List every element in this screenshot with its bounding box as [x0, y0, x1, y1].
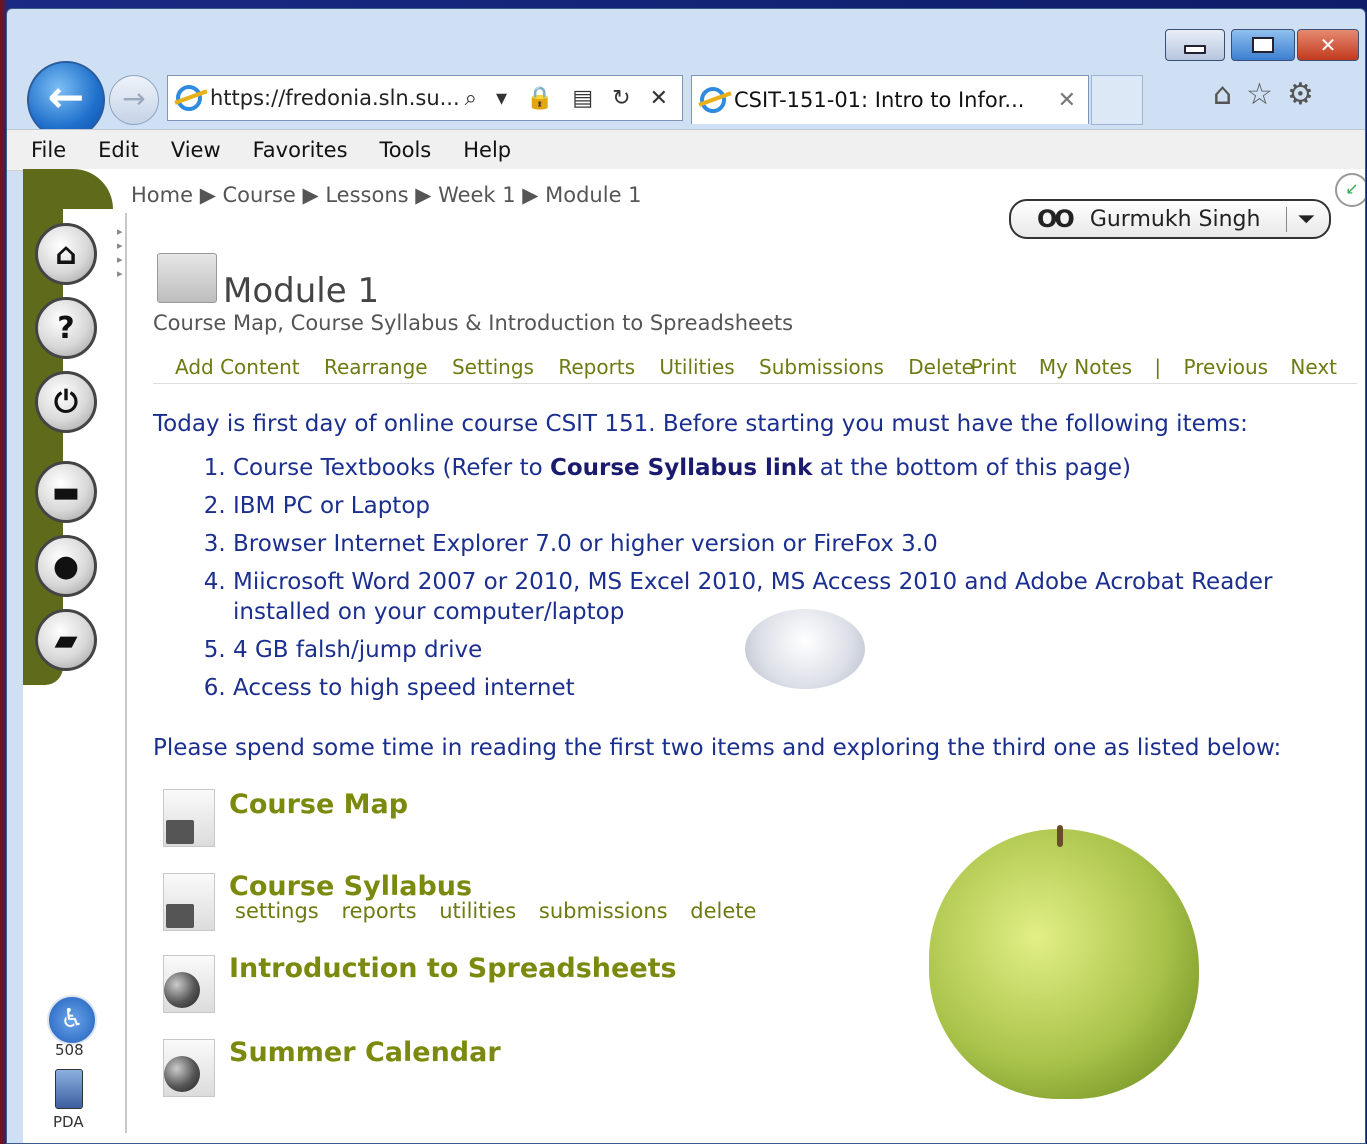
home-favorites-settings-icons[interactable]: ⌂☆⚙: [1213, 77, 1328, 112]
browser-window: ✕ ← → https://fredonia.sln.su... ⌕ ▾ 🔒 ▤…: [6, 8, 1366, 1144]
home-button[interactable]: ⌂: [35, 223, 97, 285]
maximize-icon: [1252, 37, 1274, 53]
course-syllabus-item-link[interactable]: Course Syllabus: [229, 871, 472, 902]
folder-icon: [157, 253, 217, 303]
sidebar-divider: [125, 213, 127, 1133]
collapse-corner-icon[interactable]: ↙: [1335, 173, 1365, 207]
syllabus-utilities-link[interactable]: utilities: [439, 899, 516, 923]
user-menu[interactable]: OO Gurmukh Singh ⏷: [1009, 199, 1331, 239]
syllabus-delete-link[interactable]: delete: [690, 899, 756, 923]
user-name: Gurmukh Singh: [1089, 206, 1261, 232]
profile-button[interactable]: ●: [35, 535, 97, 597]
maximize-button[interactable]: [1231, 29, 1295, 61]
menu-edit[interactable]: Edit: [98, 138, 139, 162]
spreadsheet-media-icon[interactable]: [163, 955, 215, 1013]
address-tools-icons[interactable]: ⌕ ▾ 🔒 ▤ ↻ ✕: [465, 86, 674, 111]
next-link[interactable]: Next: [1290, 355, 1337, 379]
intro-spreadsheets-link[interactable]: Introduction to Spreadsheets: [229, 953, 677, 984]
chat-icon: ▰: [54, 622, 78, 658]
rearrange-link[interactable]: Rearrange: [324, 355, 428, 379]
close-window-button[interactable]: ✕: [1297, 29, 1359, 61]
menu-favorites[interactable]: Favorites: [253, 138, 348, 162]
ie-logo-icon: [176, 85, 202, 111]
accessibility-508-label: 508: [55, 1041, 84, 1059]
course-map-link[interactable]: Course Map: [229, 789, 408, 820]
tab-close-icon[interactable]: ✕: [1058, 88, 1076, 113]
folder-icon: ▬: [51, 474, 81, 510]
list-item: Browser Internet Explorer 7.0 or higher …: [233, 529, 1273, 559]
page-title: Module 1: [223, 271, 380, 311]
requirements-list: Course Textbooks (Refer to Course Syllab…: [193, 453, 1273, 711]
list-item: IBM PC or Laptop: [233, 491, 1273, 521]
chat-button[interactable]: ▰: [35, 609, 97, 671]
syllabus-sublinks: settings reports utilities submissions d…: [235, 899, 772, 923]
page-subtitle: Course Map, Course Syllabus & Introducti…: [153, 311, 794, 335]
glasses-icon: OO: [1037, 205, 1075, 233]
chevron-down-icon[interactable]: ⏷: [1286, 206, 1315, 232]
add-content-link[interactable]: Add Content: [175, 355, 300, 379]
course-syllabus-link[interactable]: Course Syllabus link: [550, 455, 813, 481]
submissions-link[interactable]: Submissions: [759, 355, 884, 379]
menu-help[interactable]: Help: [463, 138, 511, 162]
apple-image: [929, 825, 1199, 1099]
breadcrumb[interactable]: Home ▶ Course ▶ Lessons ▶ Week 1 ▶ Modul…: [131, 183, 642, 207]
syllabus-submissions-link[interactable]: submissions: [539, 899, 668, 923]
page-content: ⌂ ? ⏻ ▬ ● ▰ ▸ ▸ ▸ ▸ Home ▶ Course ▶ Lessons…: [23, 169, 1365, 1143]
menu-view[interactable]: View: [171, 138, 221, 162]
action-bar: Add Content Rearrange Settings Reports U…: [153, 355, 1357, 384]
tab-title: CSIT-151-01: Intro to Infor...: [734, 88, 1025, 112]
settings-link[interactable]: Settings: [452, 355, 534, 379]
accessibility-508-icon[interactable]: ♿: [47, 995, 97, 1045]
separator: |: [1154, 355, 1162, 379]
address-url[interactable]: https://fredonia.sln.su...: [210, 86, 465, 110]
summer-calendar-link[interactable]: Summer Calendar: [229, 1037, 501, 1068]
list-item: 4 GB falsh/jump drive: [233, 635, 1273, 665]
collapse-arrows-icon[interactable]: ▸ ▸ ▸ ▸: [117, 225, 123, 281]
utilities-link[interactable]: Utilities: [659, 355, 734, 379]
list-item: Course Textbooks (Refer to Course Syllab…: [233, 453, 1273, 483]
list-text: Course Textbooks (Refer to: [233, 455, 550, 481]
list-item: Access to high speed internet: [233, 673, 1273, 703]
syllabus-reports-link[interactable]: reports: [341, 899, 416, 923]
help-button[interactable]: ?: [35, 297, 97, 359]
previous-link[interactable]: Previous: [1184, 355, 1269, 379]
back-button[interactable]: ←: [27, 61, 105, 139]
new-tab-button[interactable]: [1091, 75, 1143, 125]
list-text: at the bottom of this page): [812, 455, 1131, 481]
reports-link[interactable]: Reports: [558, 355, 635, 379]
menu-tools[interactable]: Tools: [380, 138, 432, 162]
calendar-media-icon[interactable]: [163, 1039, 215, 1097]
address-bar[interactable]: https://fredonia.sln.su... ⌕ ▾ 🔒 ▤ ↻ ✕: [167, 75, 683, 121]
home-icon: ⌂: [55, 236, 77, 272]
power-icon: ⏻: [54, 384, 78, 420]
pda-label: PDA: [53, 1113, 84, 1131]
my-notes-link[interactable]: My Notes: [1039, 355, 1132, 379]
close-icon: ✕: [1319, 33, 1337, 57]
print-link[interactable]: Print: [970, 355, 1016, 379]
syllabus-settings-link[interactable]: settings: [235, 899, 319, 923]
instruction-text: Please spend some time in reading the fi…: [153, 735, 1282, 761]
pda-icon[interactable]: [55, 1069, 83, 1109]
tab-active[interactable]: CSIT-151-01: Intro to Infor... ✕: [691, 75, 1089, 124]
logout-button[interactable]: ⏻: [35, 371, 97, 433]
minimize-button[interactable]: [1165, 29, 1225, 61]
forward-button[interactable]: →: [109, 75, 159, 125]
course-syllabus-doc-icon[interactable]: [163, 873, 215, 931]
ie-tab-icon: [700, 87, 726, 113]
intro-text: Today is first day of online course CSIT…: [153, 411, 1248, 437]
help-icon: ?: [57, 310, 75, 346]
folder-button[interactable]: ▬: [35, 461, 97, 523]
forward-arrow-icon: →: [122, 82, 146, 115]
minimize-icon: [1184, 44, 1206, 54]
person-icon: ●: [52, 548, 80, 584]
menu-file[interactable]: File: [31, 138, 66, 162]
menu-bar: File Edit View Favorites Tools Help: [7, 129, 1365, 171]
back-arrow-icon: ←: [47, 72, 85, 123]
course-map-doc-icon[interactable]: [163, 789, 215, 847]
list-item: Miicrosoft Word 2007 or 2010, MS Excel 2…: [233, 567, 1273, 627]
